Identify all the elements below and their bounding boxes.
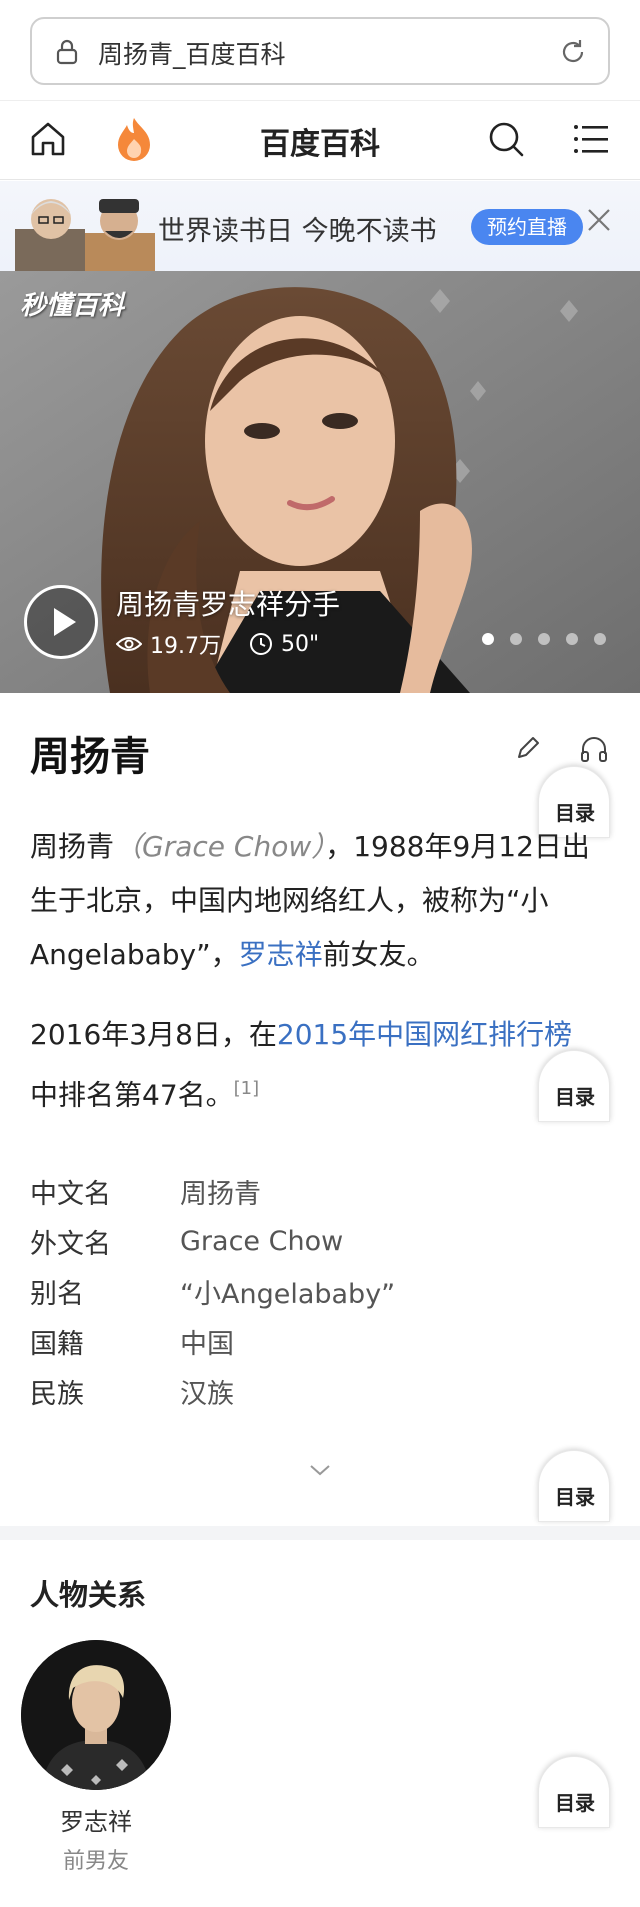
summary-paragraph: 周扬青（Grace Chow），1988年9月12日出生于北京，中国内地网络红人… xyxy=(30,820,590,982)
clock-icon xyxy=(250,633,272,655)
video-duration: 50" xyxy=(281,631,320,657)
luo-zhixiang-link[interactable]: 罗志祥 xyxy=(239,938,323,971)
ranking-link[interactable]: 2015年中国网红排行榜 xyxy=(277,1018,572,1051)
promo-banner[interactable]: 世界读书日 今晚不读书 预约直播 xyxy=(0,181,640,271)
infobox-key: 外文名 xyxy=(30,1228,111,1260)
carousel-dot[interactable] xyxy=(482,633,494,645)
menu-icon[interactable] xyxy=(573,121,609,157)
carousel-dots xyxy=(482,633,622,645)
relations-title: 人物关系 xyxy=(30,1578,147,1612)
reference-marker[interactable]: [1] xyxy=(234,1078,260,1099)
carousel-dot[interactable] xyxy=(510,633,522,645)
entry-title: 周扬青 xyxy=(30,734,150,780)
toc-label: 目录 xyxy=(555,1791,595,1815)
infobox-key: 民族 xyxy=(30,1378,84,1410)
video-title: 周扬青罗志祥分手 xyxy=(116,588,341,621)
carousel-dot[interactable] xyxy=(594,633,606,645)
video-meta: 19.7万 50" xyxy=(116,628,319,660)
reserve-live-button[interactable]: 预约直播 xyxy=(471,209,583,245)
infobox-row: 外文名 Grace Chow xyxy=(30,1216,550,1266)
close-icon[interactable] xyxy=(586,207,612,233)
banner-text: 世界读书日 今晚不读书 xyxy=(158,216,437,247)
video-source-logo: 秒懂百科 xyxy=(20,291,125,321)
edit-icon[interactable] xyxy=(514,734,542,762)
infobox-row: 民族 汉族 xyxy=(30,1366,550,1416)
infobox-key: 别名 xyxy=(30,1278,84,1310)
section-divider xyxy=(0,1526,640,1540)
avatar[interactable] xyxy=(21,1640,171,1790)
toc-button[interactable]: 目录 xyxy=(538,1756,610,1828)
para-name: 周扬青 xyxy=(30,830,115,863)
toc-button[interactable]: 目录 xyxy=(538,1050,610,1122)
banner-hosts-image xyxy=(15,199,155,271)
infobox: 中文名 周扬青 外文名 Grace Chow 别名 “小Angelababy” … xyxy=(30,1166,550,1416)
summary-paragraph: 2016年3月8日，在2015年中国网红排行榜中排名第47名。[1] xyxy=(30,1008,590,1122)
eye-icon xyxy=(116,637,142,651)
person-relation: 前男友 xyxy=(62,1849,129,1874)
carousel-dot[interactable] xyxy=(566,633,578,645)
url-bar[interactable]: 周扬青_百度百科 xyxy=(30,17,610,85)
english-name: （Grace Chow） xyxy=(114,830,326,863)
infobox-key: 国籍 xyxy=(30,1328,84,1360)
infobox-value: 汉族 xyxy=(180,1378,234,1410)
carousel-dot[interactable] xyxy=(538,633,550,645)
toc-button[interactable]: 目录 xyxy=(538,1450,610,1522)
infobox-row: 国籍 中国 xyxy=(30,1316,550,1366)
video-views: 19.7万 xyxy=(150,634,221,659)
infobox-value: 周扬青 xyxy=(180,1178,261,1210)
infobox-value: “小Angelababy” xyxy=(180,1278,396,1310)
site-navbar: 百度百科 xyxy=(0,100,640,180)
infobox-row: 别名 “小Angelababy” xyxy=(30,1266,550,1316)
lock-icon xyxy=(56,39,78,65)
infobox-row: 中文名 周扬青 xyxy=(30,1166,550,1216)
person-photo xyxy=(21,1640,171,1790)
infobox-key: 中文名 xyxy=(30,1178,111,1210)
infobox-value: Grace Chow xyxy=(180,1225,344,1257)
para-text: 中排名第47名。 xyxy=(30,1078,234,1112)
infobox-value: 中国 xyxy=(180,1328,234,1360)
search-icon[interactable] xyxy=(486,119,526,159)
reload-icon[interactable] xyxy=(558,37,588,67)
toc-label: 目录 xyxy=(555,1085,595,1109)
chevron-down-icon[interactable] xyxy=(308,1462,332,1478)
para-text: 2016年3月8日，在 xyxy=(30,1018,277,1051)
site-title[interactable]: 百度百科 xyxy=(0,119,640,163)
para-text: 前女友。 xyxy=(322,938,435,971)
browser-url-bar-area: 周扬青_百度百科 xyxy=(0,0,640,100)
play-button[interactable] xyxy=(24,585,98,659)
toc-label: 目录 xyxy=(555,1485,595,1509)
play-icon xyxy=(54,608,76,636)
person-name[interactable]: 罗志祥 xyxy=(21,1802,171,1837)
video-player[interactable]: 秒懂百科 周扬青罗志祥分手 19.7万 50" xyxy=(0,271,640,693)
headphones-icon[interactable] xyxy=(579,734,609,764)
url-title: 周扬青_百度百科 xyxy=(98,40,286,69)
